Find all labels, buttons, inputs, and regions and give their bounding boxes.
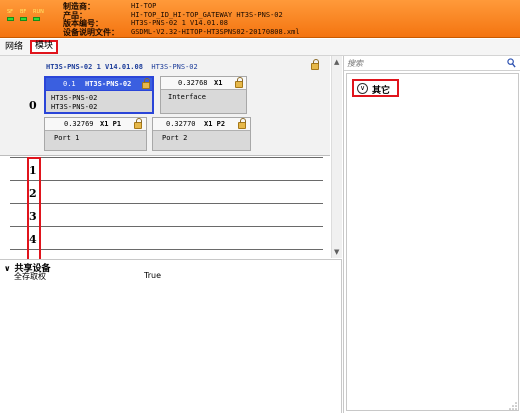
scroll-up-icon[interactable]: ▲ <box>334 58 339 66</box>
catalog-pane: ∨ 其它 <box>343 56 520 413</box>
row-divider <box>10 157 323 158</box>
slot-0[interactable]: 0 HT3S-PNS-02 1 V14.01.08 HT3S-PNS-02 0.… <box>0 56 330 156</box>
header-values: HI-TOP HI-TOP_ID_HI-TOP_GATEWAY HT3S-PNS… <box>131 2 300 36</box>
card-address: 0.32769 <box>64 120 94 128</box>
card-body: Interface <box>168 93 206 101</box>
device-logo: SF BF RUN <box>5 4 53 34</box>
value-version: HT3S-PNS-02 1 V14.01.08 <box>131 19 228 28</box>
catalog-tree: ∨ 其它 <box>346 73 519 411</box>
property-value[interactable]: True <box>144 271 161 280</box>
lock-icon <box>311 59 319 70</box>
lock-icon <box>142 78 150 89</box>
module-card-port1[interactable]: 0.32769 X1 P1 Port 1 <box>44 117 147 151</box>
module-view: 0 HT3S-PNS-02 1 V14.01.08 HT3S-PNS-02 0.… <box>0 56 342 310</box>
lock-icon <box>238 118 246 129</box>
catalog-search-bar <box>344 56 520 71</box>
search-icon[interactable] <box>507 58 516 68</box>
row-divider <box>10 226 323 227</box>
label-description-file: 设备说明文件： <box>63 26 119 37</box>
catalog-group-label: 其它 <box>372 86 391 96</box>
card-header: 0.32769 X1 P1 <box>45 118 146 131</box>
resize-grip-icon[interactable] <box>509 402 517 410</box>
card-header: 0.1 HT3S-PNS-02 <box>46 78 152 91</box>
logo-label-sf: SF <box>7 9 14 15</box>
value-description-file: GSDML-V2.32-HITOP-HT3SPNS02-20170808.xml <box>131 27 300 36</box>
slot-rows: 1 2 3 4 <box>0 156 330 258</box>
card-line: HT3S-PNS-02 <box>51 94 98 102</box>
module-title-name: HT3S-PNS-02 <box>151 63 198 71</box>
slot-number: 0 <box>29 99 37 112</box>
card-tag: X1 <box>214 79 223 87</box>
card-header: 0.32768 X1 <box>161 77 246 90</box>
module-card-port2[interactable]: 0.32770 X1 P2 Port 2 <box>152 117 251 151</box>
card-address: 0.1 <box>63 80 76 88</box>
card-body: Port 2 <box>162 134 188 142</box>
catalog-group-other[interactable]: ∨ 其它 <box>352 79 399 97</box>
row-divider <box>10 180 323 181</box>
card-tag: X1 P2 <box>204 120 226 128</box>
module-card-interface[interactable]: 0.32768 X1 Interface <box>160 76 247 114</box>
lock-icon <box>235 77 243 88</box>
module-title-version: HT3S-PNS-02 1 V14.01.08 <box>46 63 143 71</box>
row-divider <box>10 249 323 250</box>
lock-icon <box>134 118 142 129</box>
logo-label-run: RUN <box>33 9 44 15</box>
tab-module[interactable]: 模块 <box>30 40 59 54</box>
value-product: HI-TOP_ID_HI-TOP_GATEWAY HT3S-PNS-02 <box>131 10 283 19</box>
logo-label-bf: BF <box>20 9 27 15</box>
card-address: 0.32770 <box>166 120 196 128</box>
tab-network[interactable]: 网络 <box>3 41 25 54</box>
module-card-main[interactable]: 0.1 HT3S-PNS-02 HT3S-PNS-02 HT3S-PNS-02 <box>44 76 154 114</box>
shared-device-panel: ∨ 共享设备 全存取权 True <box>0 259 342 413</box>
module-scrollbar[interactable]: ▲ ▼ <box>331 56 342 258</box>
scroll-down-icon[interactable]: ▼ <box>334 248 339 256</box>
property-name: 全存取权 <box>14 272 46 281</box>
row-divider <box>10 203 323 204</box>
card-line: HT3S-PNS-02 <box>51 103 98 111</box>
card-body: Port 1 <box>54 134 80 142</box>
led-indicator <box>7 17 14 21</box>
led-indicator <box>33 17 40 21</box>
view-tabs: 网络 模块 <box>0 39 520 56</box>
card-tag: X1 P1 <box>100 120 122 128</box>
header-labels: 制造商： 产品： 版本编号： 设备说明文件： <box>63 2 119 36</box>
chevron-down-icon[interactable]: ∨ <box>4 264 11 273</box>
led-indicator <box>20 17 27 21</box>
card-address: 0.32768 <box>178 79 208 87</box>
value-manufacturer: HI-TOP <box>131 2 157 10</box>
search-input[interactable] <box>347 57 497 69</box>
card-header: 0.32770 X1 P2 <box>153 118 250 131</box>
chevron-down-icon[interactable]: ∨ <box>357 83 368 94</box>
card-body: HT3S-PNS-02 HT3S-PNS-02 <box>51 94 97 112</box>
device-info-header: SF BF RUN 制造商： 产品： 版本编号： 设备说明文件： HI-TOP … <box>0 0 520 38</box>
module-title: HT3S-PNS-02 1 V14.01.08 HT3S-PNS-02 <box>46 63 198 71</box>
card-name: HT3S-PNS-02 <box>85 80 132 88</box>
